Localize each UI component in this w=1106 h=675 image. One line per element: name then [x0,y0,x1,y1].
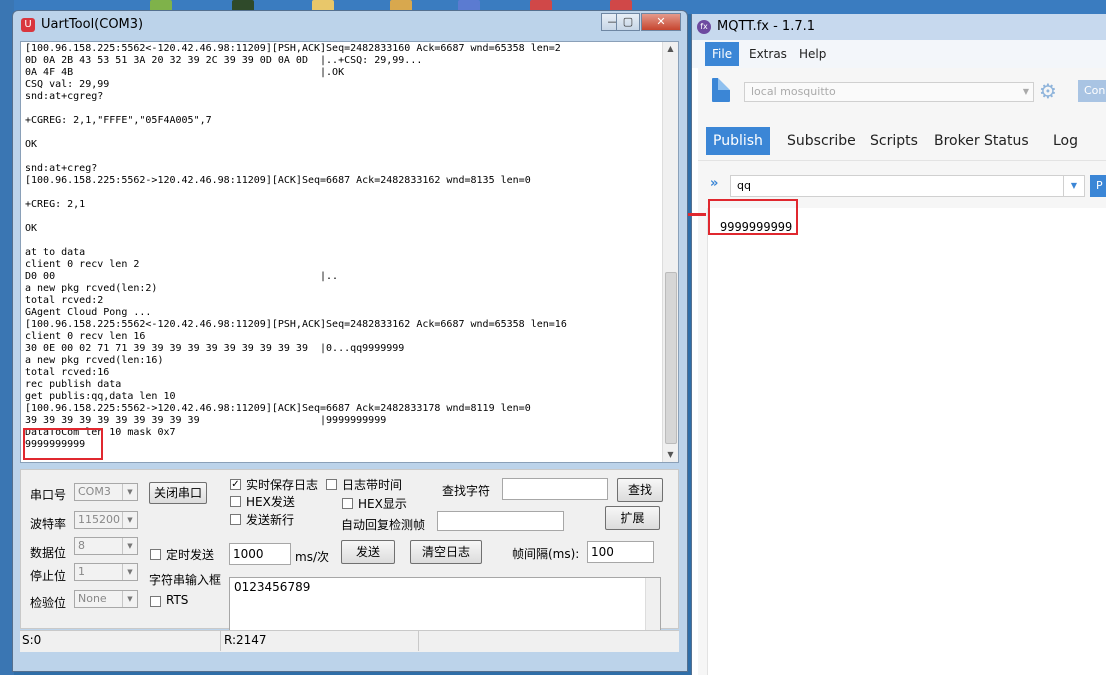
save-log-label: 实时保存日志 [246,478,319,492]
log-time-label: 日志带时间 [342,478,403,492]
mqttfx-window: fx MQTT.fx - 1.7.1 File Extras Help loca… [691,14,1106,675]
find-input[interactable] [502,478,608,500]
frame-interval-label: 帧间隔(ms): [512,547,580,561]
string-input-textarea[interactable]: 0123456789 [229,577,661,633]
status-divider [220,631,221,651]
document-icon[interactable] [712,78,730,102]
scroll-down-icon[interactable]: ▼ [663,448,678,462]
chevron-down-icon: ▼ [122,591,137,607]
hex-send-checkbox[interactable] [230,496,241,507]
send-button[interactable]: 发送 [341,540,395,564]
tab-scripts[interactable]: Scripts [863,127,925,155]
chevron-down-icon[interactable]: ▼ [1063,176,1084,196]
port-label: 串口号 [30,488,67,502]
clear-log-button[interactable]: 清空日志 [410,540,482,564]
stopbits-label: 停止位 [30,569,67,583]
window-title: MQTT.fx - 1.7.1 [717,19,815,34]
string-input-scrollbar[interactable] [645,578,660,632]
publish-button[interactable]: P [1090,175,1106,197]
send-newline-label: 发送新行 [246,513,295,527]
connection-bar: local mosquitto ▼ ⚙ Con [698,68,1106,114]
log-time-checkbox[interactable] [326,479,337,490]
scroll-up-icon[interactable]: ▲ [663,42,678,56]
baud-value: 115200 [78,513,120,526]
hex-show-checkbox[interactable] [342,498,353,509]
hex-show-label: HEX显示 [358,497,407,511]
uart-title-bar[interactable]: U UartTool(COM3) — ▢ ✕ [13,11,687,39]
connection-profile-select[interactable]: local mosquitto ▼ [744,82,1034,102]
baud-select[interactable]: 115200 ▼ [74,511,138,529]
menu-help[interactable]: Help [799,47,826,61]
stopbits-value: 1 [78,565,85,578]
payload-editor[interactable]: 9999999999 [707,199,1106,675]
timed-send-input[interactable]: 1000 [229,543,291,565]
status-divider [418,631,419,651]
parity-value: None [78,592,107,605]
double-chevron-right-icon[interactable]: » [710,176,718,191]
rts-label: RTS [166,593,189,607]
baud-label: 波特率 [30,517,67,531]
topic-input[interactable]: qq ▼ [730,175,1085,197]
menu-file[interactable]: File [705,42,740,66]
log-scrollbar[interactable]: ▲ ▼ [662,42,678,462]
stopbits-select[interactable]: 1 ▼ [74,563,138,581]
databits-select[interactable]: 8 ▼ [74,537,138,555]
string-input-value: 0123456789 [234,580,311,594]
highlight-box-payload [708,199,798,235]
port-value: COM3 [78,485,111,498]
tab-publish[interactable]: Publish [706,127,770,155]
chevron-down-icon: ▼ [122,512,137,528]
tab-log[interactable]: Log [1046,127,1085,155]
serial-log-console[interactable]: [100.96.158.225:5562<-120.42.46.98:11209… [20,41,679,463]
find-button[interactable]: 查找 [617,478,663,502]
find-label: 查找字符 [442,484,491,498]
maximize-button[interactable]: ▢ [616,13,640,31]
topic-value: qq [737,179,751,192]
sent-count: S:0 [22,633,42,647]
received-count: R:2147 [224,633,267,647]
gear-icon[interactable]: ⚙ [1039,81,1059,101]
close-port-button[interactable]: 关闭串口 [149,482,207,504]
window-title: UartTool(COM3) [41,17,144,32]
connection-profile-value: local mosquitto [751,85,836,98]
status-bar: S:0 R:2147 [20,630,679,652]
expand-button[interactable]: 扩展 [605,506,660,530]
databits-value: 8 [78,539,85,552]
ms-label: ms/次 [295,550,329,564]
auto-reply-label: 自动回复检测帧 [341,518,426,532]
frame-interval-input[interactable]: 100 [587,541,654,563]
chevron-down-icon: ▼ [122,484,137,500]
highlight-box-received [23,428,103,460]
send-newline-checkbox[interactable] [230,514,241,525]
mqttfx-logo-icon: fx [697,20,711,34]
log-text: [100.96.158.225:5562<-120.42.46.98:11209… [25,43,567,450]
scroll-thumb[interactable] [665,272,677,444]
connector-arrow-line [688,213,706,216]
mqtt-title-bar[interactable]: fx MQTT.fx - 1.7.1 [692,14,1106,40]
menu-bar: File Extras Help [692,40,1106,68]
hex-send-label: HEX发送 [246,495,295,509]
menu-extras[interactable]: Extras [749,47,787,61]
rts-checkbox[interactable] [150,596,161,607]
close-button[interactable]: ✕ [641,13,681,31]
string-input-label: 字符串输入框 [149,573,222,587]
save-log-checkbox[interactable]: ✓ [230,479,241,490]
connect-button[interactable]: Con [1078,80,1106,102]
parity-label: 检验位 [30,596,67,610]
port-select[interactable]: COM3 ▼ [74,483,138,501]
timed-send-label: 定时发送 [166,548,215,562]
chevron-down-icon: ▼ [122,538,137,554]
chevron-down-icon: ▼ [122,564,137,580]
uart-tool-window: U UartTool(COM3) — ▢ ✕ [100.96.158.225:5… [12,10,688,672]
tab-broker-status[interactable]: Broker Status [927,127,1036,155]
parity-select[interactable]: None ▼ [74,590,138,608]
auto-reply-input[interactable] [437,511,564,531]
timed-send-checkbox[interactable] [150,549,161,560]
app-icon: U [21,18,35,32]
chevron-down-icon: ▼ [1022,87,1029,96]
databits-label: 数据位 [30,546,67,560]
tab-bar: Publish Subscribe Scripts Broker Status … [698,114,1106,161]
mqtt-body: local mosquitto ▼ ⚙ Con Publish Subscrib… [698,68,1106,675]
tab-subscribe[interactable]: Subscribe [780,127,863,155]
